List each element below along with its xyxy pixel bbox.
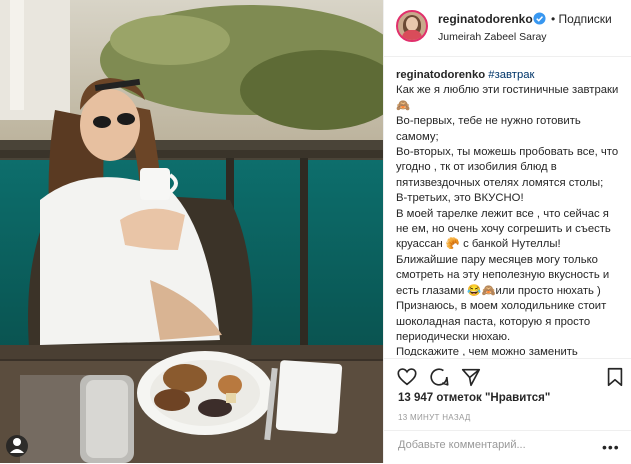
- header-username[interactable]: reginatodorenko: [438, 12, 533, 26]
- post-header: reginatodorenko • Подписки Jumeirah Zabe…: [384, 0, 631, 57]
- heart-icon[interactable]: [396, 366, 418, 388]
- location-link[interactable]: Jumeirah Zabeel Saray: [438, 31, 547, 43]
- avatar-face: [406, 17, 418, 31]
- avatar[interactable]: [396, 10, 428, 42]
- follow-button[interactable]: Подписки: [559, 12, 612, 26]
- comment-input[interactable]: [398, 439, 598, 451]
- separator-dot: •: [551, 12, 556, 26]
- caption-line: В-третьих, это ВКУСНО!: [396, 192, 524, 205]
- caption-line: Во-вторых, ты можешь пробовать все, что …: [396, 146, 619, 189]
- caption-line: Подскажите , чем можно заменить шоколад …: [396, 346, 578, 356]
- comment-icon[interactable]: [428, 366, 450, 388]
- post-caption: reginatodorenko #завтрак Как же я люблю …: [396, 68, 624, 356]
- post-sidebar: reginatodorenko • Подписки Jumeirah Zabe…: [383, 0, 631, 463]
- likes-count[interactable]: 13 947 отметок "Нравится": [398, 392, 550, 404]
- instagram-post: reginatodorenko • Подписки Jumeirah Zabe…: [0, 0, 631, 463]
- post-photo[interactable]: [0, 0, 383, 463]
- follow-status[interactable]: • Подписки: [551, 12, 612, 26]
- caption-line: Ближайшие пару месяцев могу только смотр…: [396, 253, 610, 297]
- share-icon[interactable]: [460, 366, 482, 388]
- bookmark-icon[interactable]: [604, 366, 626, 388]
- caption-line: Как же я люблю эти гостиничные завтраки …: [396, 84, 619, 112]
- caption-first-line: reginatodorenko #завтрак: [396, 68, 624, 83]
- caption-line: Признаюсь, в моем холодильнике стоит шок…: [396, 300, 607, 343]
- caption-line: В моей тарелке лежит все , что сейчас я …: [396, 207, 611, 251]
- more-options-icon[interactable]: •••: [602, 439, 620, 455]
- caption-hashtag[interactable]: #завтрак: [488, 69, 534, 81]
- avatar-shirt: [402, 30, 422, 40]
- breakfast-photo-illustration: [0, 0, 383, 463]
- caption-username[interactable]: reginatodorenko: [396, 69, 485, 81]
- caption-line: Во-первых, тебе не нужно готовить самому…: [396, 115, 581, 143]
- post-timestamp[interactable]: 13 МИНУТ НАЗАД: [398, 413, 471, 422]
- comment-box: •••: [384, 430, 631, 464]
- verified-badge-icon: [533, 12, 546, 25]
- action-bar: [384, 358, 631, 387]
